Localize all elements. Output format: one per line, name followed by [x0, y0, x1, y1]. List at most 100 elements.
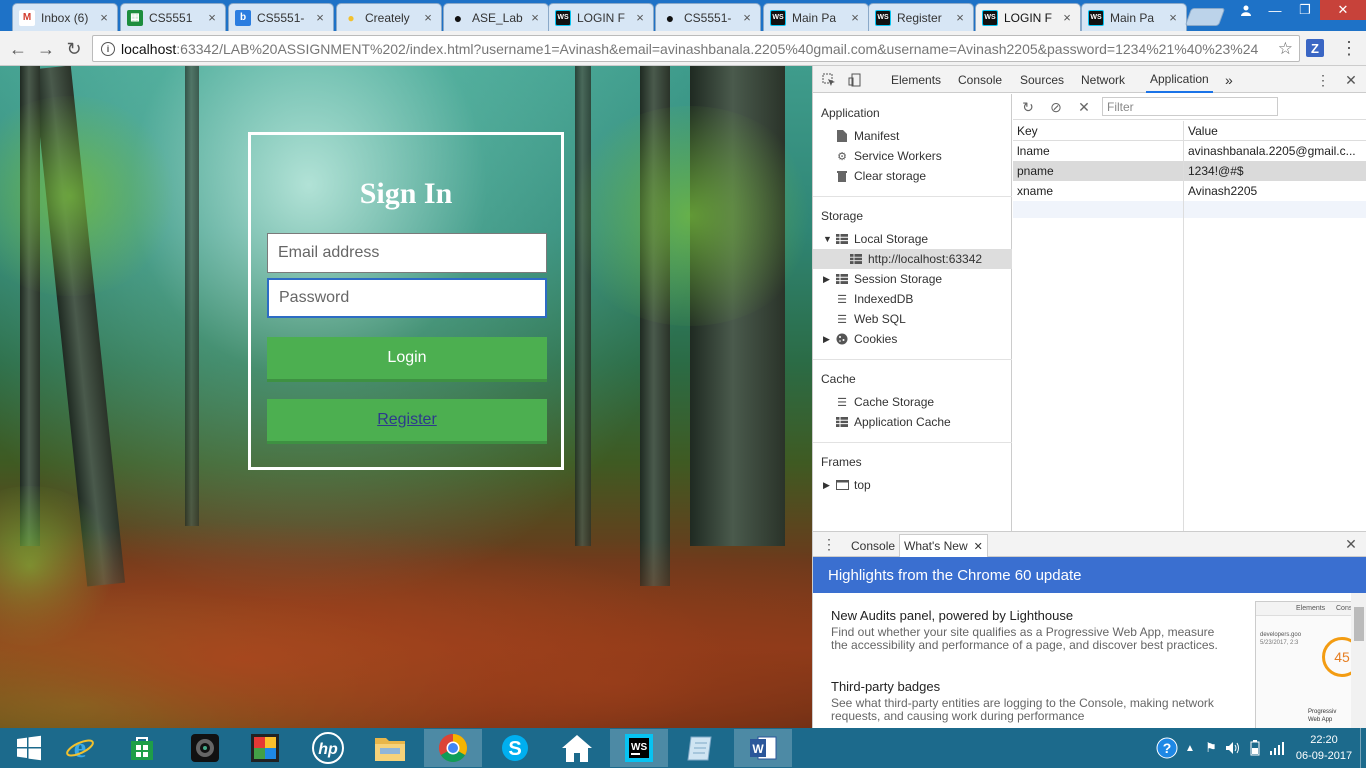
flag-icon[interactable]: ⚑ [1200, 740, 1222, 756]
tab-console[interactable]: Console [958, 66, 1002, 93]
browser-tab[interactable]: WS LOGIN F × [975, 3, 1081, 31]
new-tab-button[interactable] [1184, 8, 1226, 26]
filter-input[interactable] [1102, 97, 1278, 116]
close-tab-icon[interactable]: × [97, 10, 111, 25]
close-tab-icon[interactable]: × [1060, 10, 1074, 25]
sidebar-item-local-storage[interactable]: ▼ Local Storage [823, 229, 928, 249]
sidebar-item-manifest[interactable]: Manifest [835, 126, 899, 146]
browser-tab[interactable]: WS LOGIN F × [548, 3, 654, 31]
close-tab-icon[interactable]: × [1166, 10, 1180, 25]
file-explorer-icon[interactable] [361, 729, 419, 767]
user-profile-icon[interactable] [1232, 0, 1260, 20]
browser-tab[interactable]: b CS5551- × [228, 3, 334, 31]
system-clock[interactable]: 22:20 06-09-2017 [1288, 732, 1360, 764]
collapsed-triangle-icon[interactable]: ▶ [823, 274, 833, 285]
tab-elements[interactable]: Elements [891, 66, 941, 93]
close-window-button[interactable]: ✕ [1320, 0, 1366, 20]
home-icon[interactable] [548, 729, 606, 767]
skype-icon[interactable]: S [486, 729, 544, 767]
minimize-button[interactable]: — [1260, 0, 1290, 20]
table-row[interactable]: pname 1234!@#$ [1013, 161, 1366, 181]
close-tab-icon[interactable]: × [421, 10, 435, 25]
chrome-icon[interactable] [424, 729, 482, 767]
reload-icon[interactable]: ↻ [62, 37, 86, 61]
sidebar-item-cookies[interactable]: ▶ Cookies [823, 329, 897, 349]
clear-all-icon[interactable]: ⊘ [1047, 98, 1065, 116]
browser-tab[interactable]: WS Main Pa × [763, 3, 869, 31]
expanded-triangle-icon[interactable]: ▼ [823, 234, 833, 244]
close-tab-icon[interactable]: × [740, 10, 754, 25]
puzzle-icon[interactable] [236, 729, 294, 767]
drawer-tab-whats-new[interactable]: What's New ✕ [899, 534, 988, 557]
help-icon[interactable]: ? [1154, 737, 1180, 759]
refresh-icon[interactable]: ↻ [1019, 98, 1037, 116]
collapsed-triangle-icon[interactable]: ▶ [823, 334, 833, 345]
internet-explorer-icon[interactable]: e [51, 729, 109, 767]
close-tab-icon[interactable]: × [528, 10, 542, 25]
close-tab-icon[interactable]: × [633, 10, 647, 25]
info-icon[interactable]: i [101, 41, 115, 56]
back-icon[interactable]: ← [6, 37, 30, 61]
restore-button[interactable]: ❐ [1290, 0, 1320, 20]
close-devtools-icon[interactable]: ✕ [1343, 72, 1359, 88]
sidebar-item-local-origin[interactable]: http://localhost:63342 [813, 249, 1012, 269]
browser-tab[interactable]: WS Register × [868, 3, 974, 31]
browser-tab[interactable]: ● ASE_Lab × [443, 3, 549, 31]
close-tab-icon[interactable]: × [953, 10, 967, 25]
email-field[interactable] [267, 233, 547, 273]
tab-sources[interactable]: Sources [1020, 66, 1064, 93]
drawer-menu-icon[interactable]: ⋮ [821, 536, 837, 552]
feature-screenshot[interactable]: Elements Cons developers.goo 5/23/2017, … [1255, 601, 1353, 729]
delete-selected-icon[interactable]: ✕ [1075, 98, 1093, 116]
table-row[interactable]: lname avinashbanala.2205@gmail.c... [1013, 141, 1366, 161]
password-field[interactable] [267, 278, 547, 318]
sidebar-item-service-workers[interactable]: ⚙ Service Workers [835, 146, 942, 166]
register-button[interactable]: Register [267, 399, 547, 444]
volume-icon[interactable] [1222, 741, 1244, 755]
word-icon[interactable]: W [734, 729, 792, 767]
notes-icon[interactable] [672, 729, 730, 767]
webstorm-icon[interactable]: WS [610, 729, 668, 767]
browser-tab[interactable]: ● CS5551- × [655, 3, 761, 31]
network-signal-icon[interactable] [1266, 741, 1288, 755]
camera-icon[interactable] [176, 729, 234, 767]
sidebar-item-cache-storage[interactable]: ☰ Cache Storage [835, 392, 934, 412]
column-header-value[interactable]: Value [1188, 124, 1218, 138]
sidebar-item-websql[interactable]: ☰ Web SQL [835, 309, 906, 329]
browser-tab[interactable]: M Inbox (6) × [12, 3, 118, 31]
store-icon[interactable] [113, 729, 171, 767]
collapsed-triangle-icon[interactable]: ▶ [823, 480, 833, 491]
sidebar-item-clear-storage[interactable]: Clear storage [835, 166, 926, 186]
show-desktop-button[interactable] [1360, 728, 1366, 768]
zotero-extension-icon[interactable]: Z [1306, 39, 1324, 57]
browser-tab[interactable]: ● Creately × [336, 3, 442, 31]
scrollbar-thumb[interactable] [1354, 607, 1364, 641]
close-tab-icon[interactable]: × [848, 10, 862, 25]
close-tab-icon[interactable]: × [313, 10, 327, 25]
login-button[interactable]: Login [267, 337, 547, 382]
sidebar-item-session-storage[interactable]: ▶ Session Storage [823, 269, 942, 289]
show-hidden-icons-icon[interactable]: ▲ [1180, 743, 1200, 754]
close-tab-icon[interactable]: × [205, 10, 219, 25]
battery-icon[interactable] [1244, 740, 1266, 756]
table-row[interactable]: xname Avinash2205 [1013, 181, 1366, 201]
sidebar-item-frame-top[interactable]: ▶ top [823, 475, 871, 495]
device-toolbar-icon[interactable] [847, 72, 863, 88]
forward-icon[interactable]: → [34, 37, 58, 61]
drawer-scrollbar[interactable] [1351, 593, 1366, 729]
windows-start-icon[interactable] [0, 729, 58, 767]
sidebar-item-indexeddb[interactable]: ☰ IndexedDB [835, 289, 913, 309]
bookmark-star-icon[interactable]: ☆ [1278, 39, 1293, 59]
hp-icon[interactable]: hp [299, 729, 357, 767]
tab-application[interactable]: Application [1146, 66, 1213, 93]
tab-network[interactable]: Network [1081, 66, 1125, 93]
sidebar-item-application-cache[interactable]: Application Cache [835, 412, 951, 432]
more-tabs-icon[interactable]: » [1225, 66, 1233, 93]
empty-row[interactable] [1013, 201, 1366, 218]
close-drawer-icon[interactable]: ✕ [1343, 536, 1359, 552]
address-bar[interactable]: i localhost:63342/LAB%20ASSIGNMENT%202/i… [92, 35, 1300, 62]
column-header-key[interactable]: Key [1017, 124, 1038, 138]
browser-menu-icon[interactable]: ⋮ [1340, 38, 1358, 59]
browser-tab[interactable]: ▦ CS5551 × [120, 3, 226, 31]
inspect-element-icon[interactable] [821, 72, 837, 88]
